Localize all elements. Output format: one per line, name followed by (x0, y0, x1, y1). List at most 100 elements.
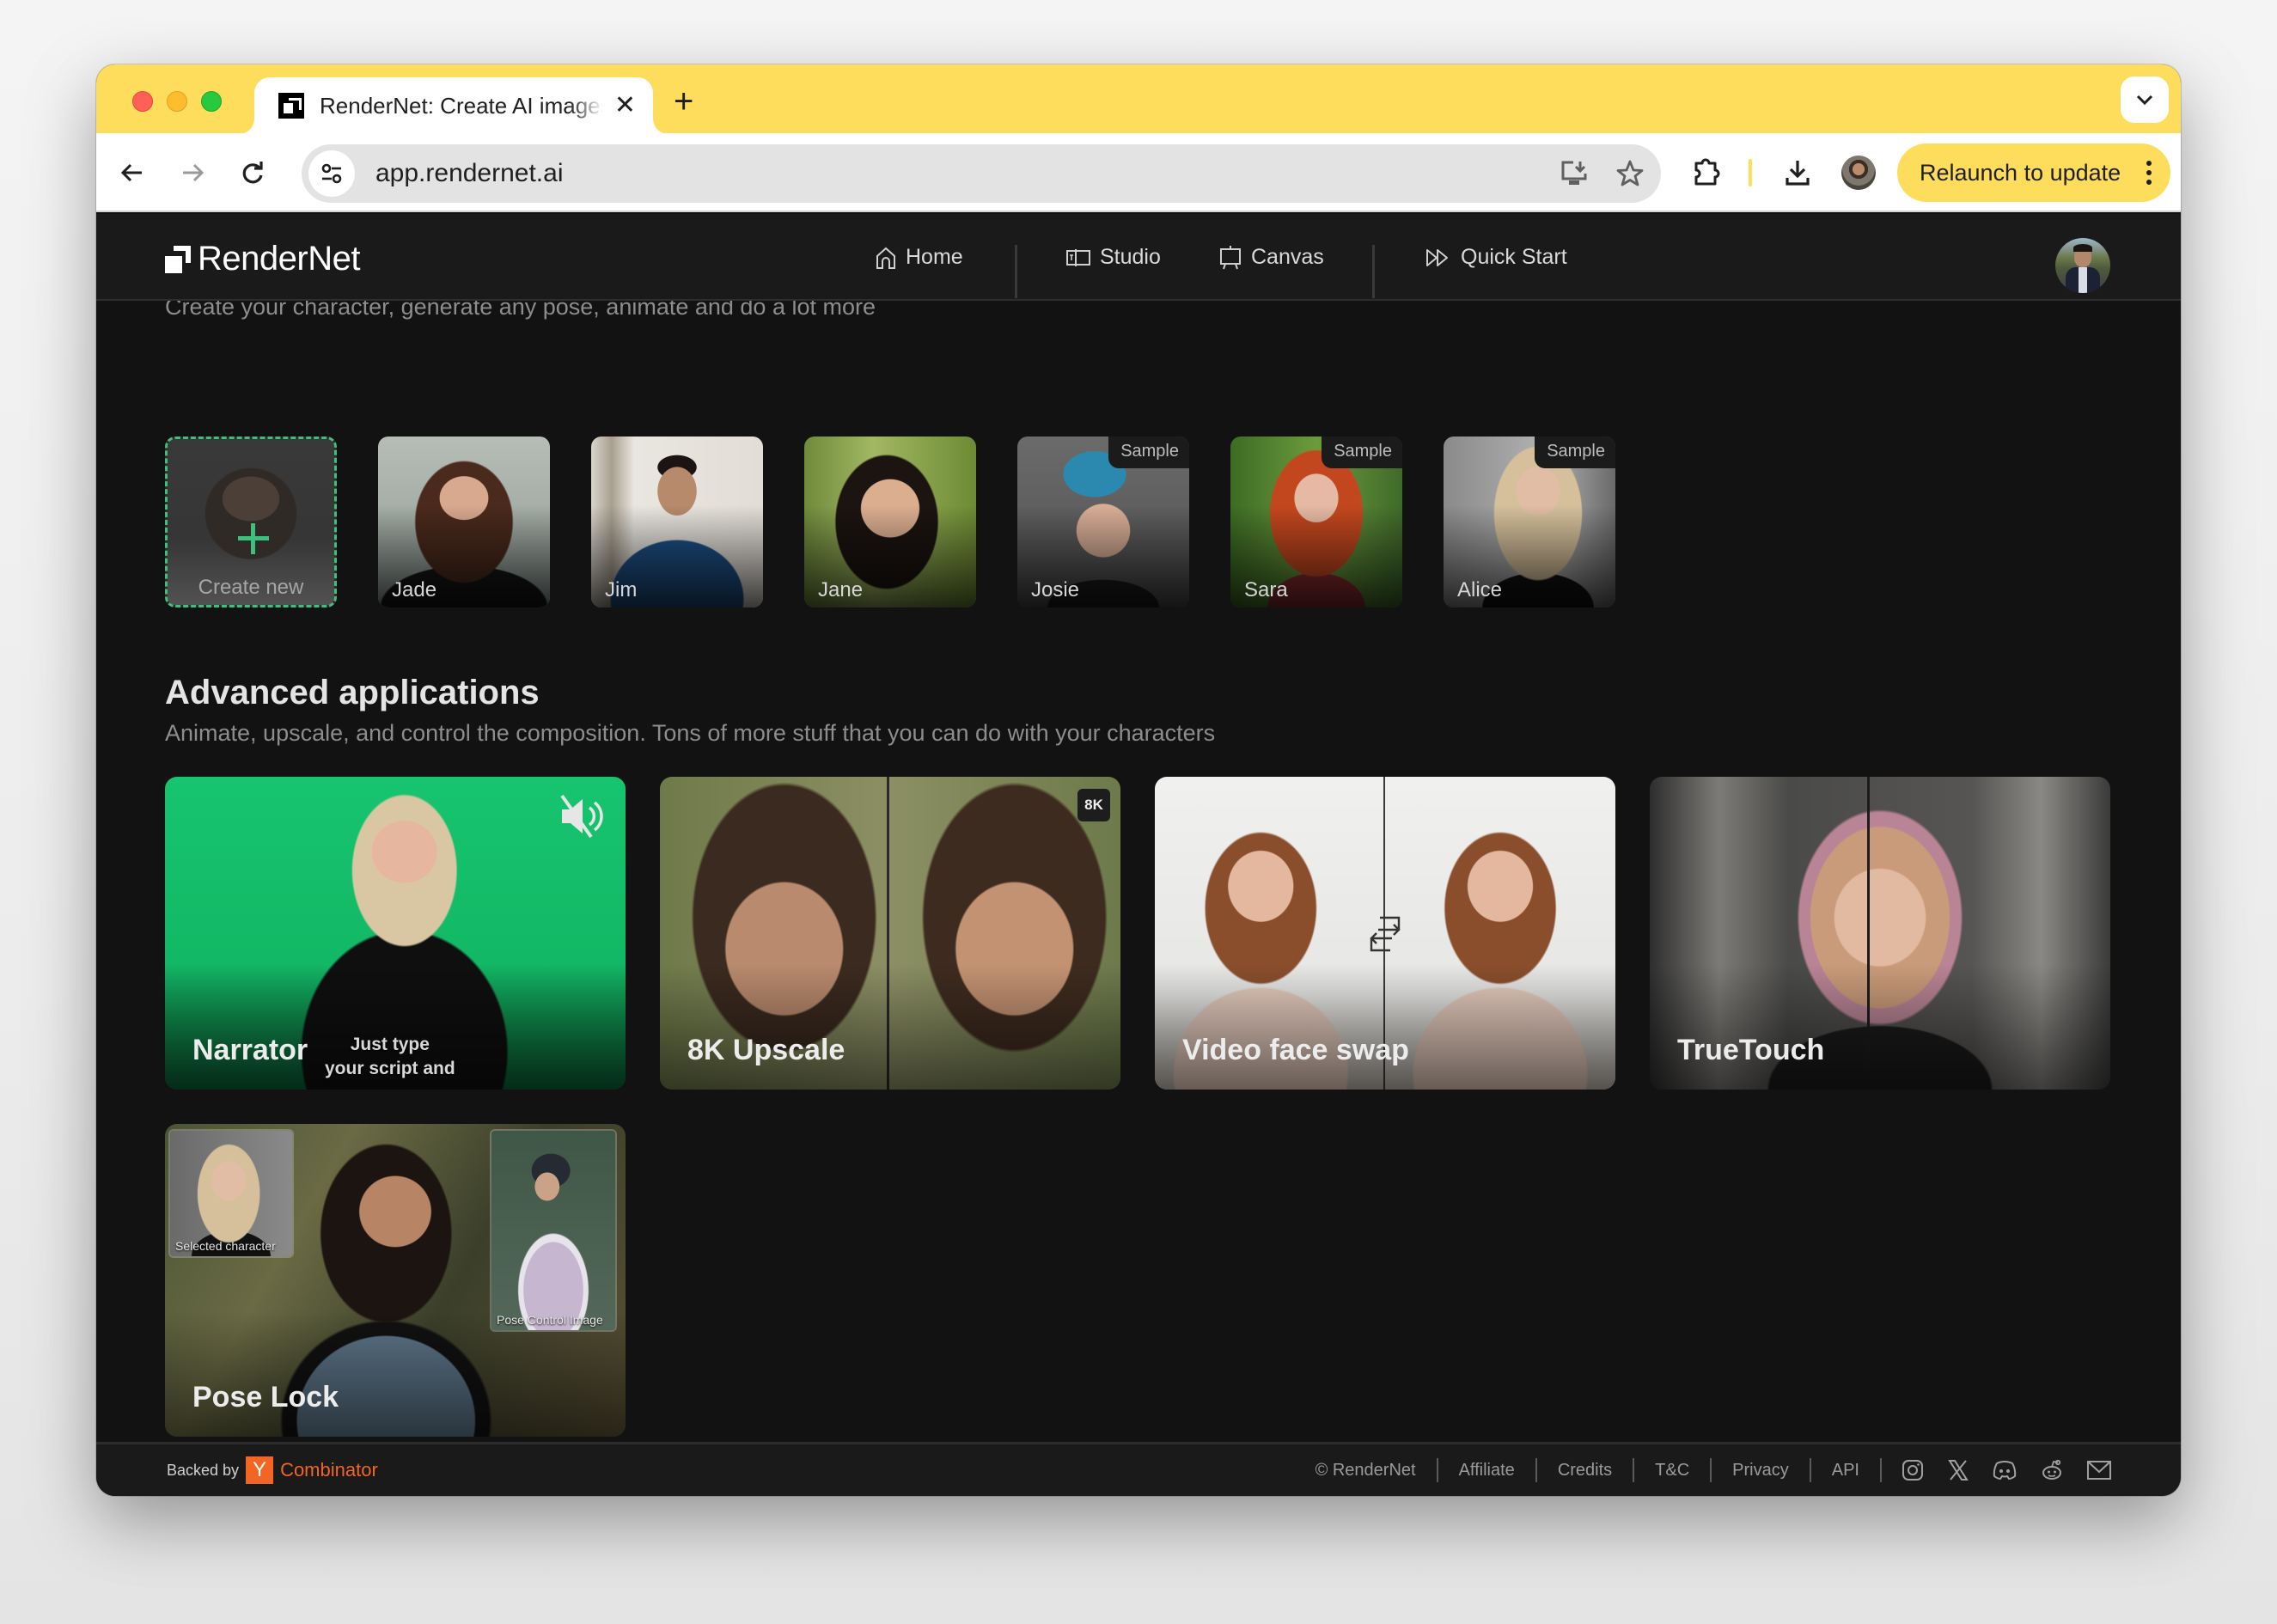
footer-link-api[interactable]: API (1809, 1458, 1880, 1482)
nav-home-label: Home (906, 245, 963, 269)
instagram-icon[interactable] (1901, 1458, 1925, 1482)
puzzle-icon (1694, 158, 1720, 186)
inset-label: Selected character (175, 1239, 276, 1253)
backed-by-label: Backed by (167, 1461, 240, 1479)
character-card-alice[interactable]: Sample Alice (1444, 437, 1615, 607)
footer-link-credits[interactable]: Credits (1535, 1458, 1633, 1482)
section-subtitle: Animate, upscale, and control the compos… (165, 720, 1216, 746)
relaunch-label: Relaunch to update (1920, 159, 2121, 186)
characters-tagline: Create your character, generate any pose… (165, 301, 876, 320)
character-card-jane[interactable]: Jane (804, 437, 976, 607)
kebab-icon[interactable] (2146, 161, 2152, 185)
downloads-button[interactable] (1780, 156, 1815, 190)
browser-tab-active[interactable]: RenderNet: Create AI images ✕ (254, 77, 653, 134)
tab-title: RenderNet: Create AI images (320, 92, 603, 119)
nav-home[interactable]: Home (875, 214, 963, 301)
canvas-icon (1220, 245, 1241, 269)
new-tab-button[interactable]: + (674, 82, 693, 121)
yc-name: Combinator (280, 1459, 378, 1481)
star-icon (1616, 160, 1644, 186)
maximize-window-button[interactable] (201, 91, 222, 112)
character-name: Jade (392, 578, 437, 601)
footer: Backed by Y Combinator © RenderNet Affil… (96, 1442, 2181, 1496)
create-character-label: Create new (198, 576, 304, 599)
character-name: Jane (818, 578, 864, 601)
extensions-button[interactable] (1688, 156, 1723, 190)
minimize-window-button[interactable] (167, 91, 187, 112)
yc-logo-icon: Y (246, 1456, 274, 1484)
reload-icon (242, 162, 263, 184)
app-card-narrator[interactable]: Narrator Just type your script and (165, 777, 626, 1090)
app-header: RenderNet Home Studio Canvas Quick Start (96, 214, 2181, 301)
nav-separator (1372, 245, 1375, 298)
chevron-down-icon (2136, 95, 2153, 106)
character-card-jade[interactable]: Jade (378, 437, 550, 607)
arrow-right-icon (183, 163, 205, 182)
site-info-button[interactable] (308, 150, 355, 197)
character-card-sara[interactable]: Sample Sara (1230, 437, 1402, 607)
character-name: Jim (605, 578, 638, 601)
discord-icon[interactable] (1992, 1459, 2018, 1481)
download-icon (1786, 161, 1810, 186)
footer-link-privacy[interactable]: Privacy (1710, 1458, 1810, 1482)
app-title: Narrator (192, 1034, 308, 1066)
applications-grid: Narrator Just type your script and 8K 8K… (165, 777, 2110, 1437)
swap-icon (1370, 916, 1401, 952)
pose-control-inset: Pose Control Image (490, 1129, 617, 1332)
mute-icon[interactable] (557, 792, 608, 840)
footer-links: © RenderNet Affiliate Credits T&C Privac… (1316, 1458, 2112, 1482)
main-content: Create your character, generate any pose… (96, 301, 2181, 1442)
create-character-button[interactable]: Create new (165, 437, 337, 607)
studio-icon (1066, 248, 1090, 266)
character-name: Sara (1244, 578, 1288, 601)
sample-badge: Sample (1108, 437, 1189, 468)
x-icon[interactable] (1947, 1458, 1969, 1482)
character-card-josie[interactable]: Sample Josie (1017, 437, 1189, 607)
nav-canvas-label: Canvas (1251, 245, 1324, 269)
back-button[interactable] (115, 156, 150, 190)
app-card-truetouch[interactable]: TrueTouch (1650, 777, 2110, 1090)
footer-copyright: © RenderNet (1315, 1461, 1416, 1480)
profile-avatar[interactable] (1841, 156, 1876, 190)
rendernet-logo[interactable]: RenderNet (165, 240, 360, 278)
plus-icon (238, 523, 269, 554)
reload-button[interactable] (235, 156, 270, 190)
selected-character-inset: Selected character (168, 1129, 294, 1258)
app-card-pose-lock[interactable]: Selected character Pose Control Image Po… (165, 1124, 626, 1437)
close-tab-icon[interactable]: ✕ (614, 91, 636, 120)
install-app-button[interactable] (1557, 156, 1591, 191)
browser-window: RenderNet: Create AI images ✕ + app.rend… (96, 64, 2181, 1496)
relaunch-to-update-button[interactable]: Relaunch to update (1897, 143, 2170, 202)
app-card-video-face-swap[interactable]: Video face swap (1155, 777, 1615, 1090)
user-avatar[interactable] (2055, 238, 2110, 293)
logo-text: RenderNet (198, 240, 360, 278)
browser-toolbar: app.rendernet.ai Relaunch to update (96, 133, 2181, 212)
nav-canvas[interactable]: Canvas (1218, 214, 1324, 301)
character-card-jim[interactable]: Jim (591, 437, 763, 607)
sample-badge: Sample (1535, 437, 1615, 468)
url-text[interactable]: app.rendernet.ai (375, 159, 564, 188)
reddit-icon[interactable] (2040, 1458, 2064, 1482)
character-name: Josie (1031, 578, 1080, 601)
app-title: Video face swap (1182, 1034, 1409, 1066)
character-list: Create new Jade Jim Jane Sample Josie Sa… (165, 437, 1615, 607)
bookmark-button[interactable] (1613, 156, 1647, 191)
footer-link-tc[interactable]: T&C (1633, 1458, 1710, 1482)
tab-search-button[interactable] (2121, 76, 2169, 123)
backed-by-yc[interactable]: Backed by Y Combinator (167, 1456, 378, 1484)
close-window-button[interactable] (132, 91, 153, 112)
app-title: Pose Lock (192, 1381, 339, 1413)
forward-button[interactable] (175, 156, 210, 190)
home-icon (876, 247, 895, 269)
nav-studio-label: Studio (1100, 245, 1161, 269)
fast-forward-icon (1426, 248, 1448, 266)
nav-studio[interactable]: Studio (1065, 214, 1161, 301)
nav-quick-start[interactable]: Quick Start (1425, 214, 1567, 301)
footer-link-affiliate[interactable]: Affiliate (1436, 1458, 1535, 1482)
character-name: Alice (1457, 578, 1503, 601)
mail-icon[interactable] (2086, 1460, 2112, 1481)
app-title: TrueTouch (1677, 1034, 1825, 1066)
app-card-8k-upscale[interactable]: 8K 8K Upscale (660, 777, 1120, 1090)
install-app-icon (1561, 161, 1587, 185)
address-bar[interactable]: app.rendernet.ai (302, 144, 1661, 203)
